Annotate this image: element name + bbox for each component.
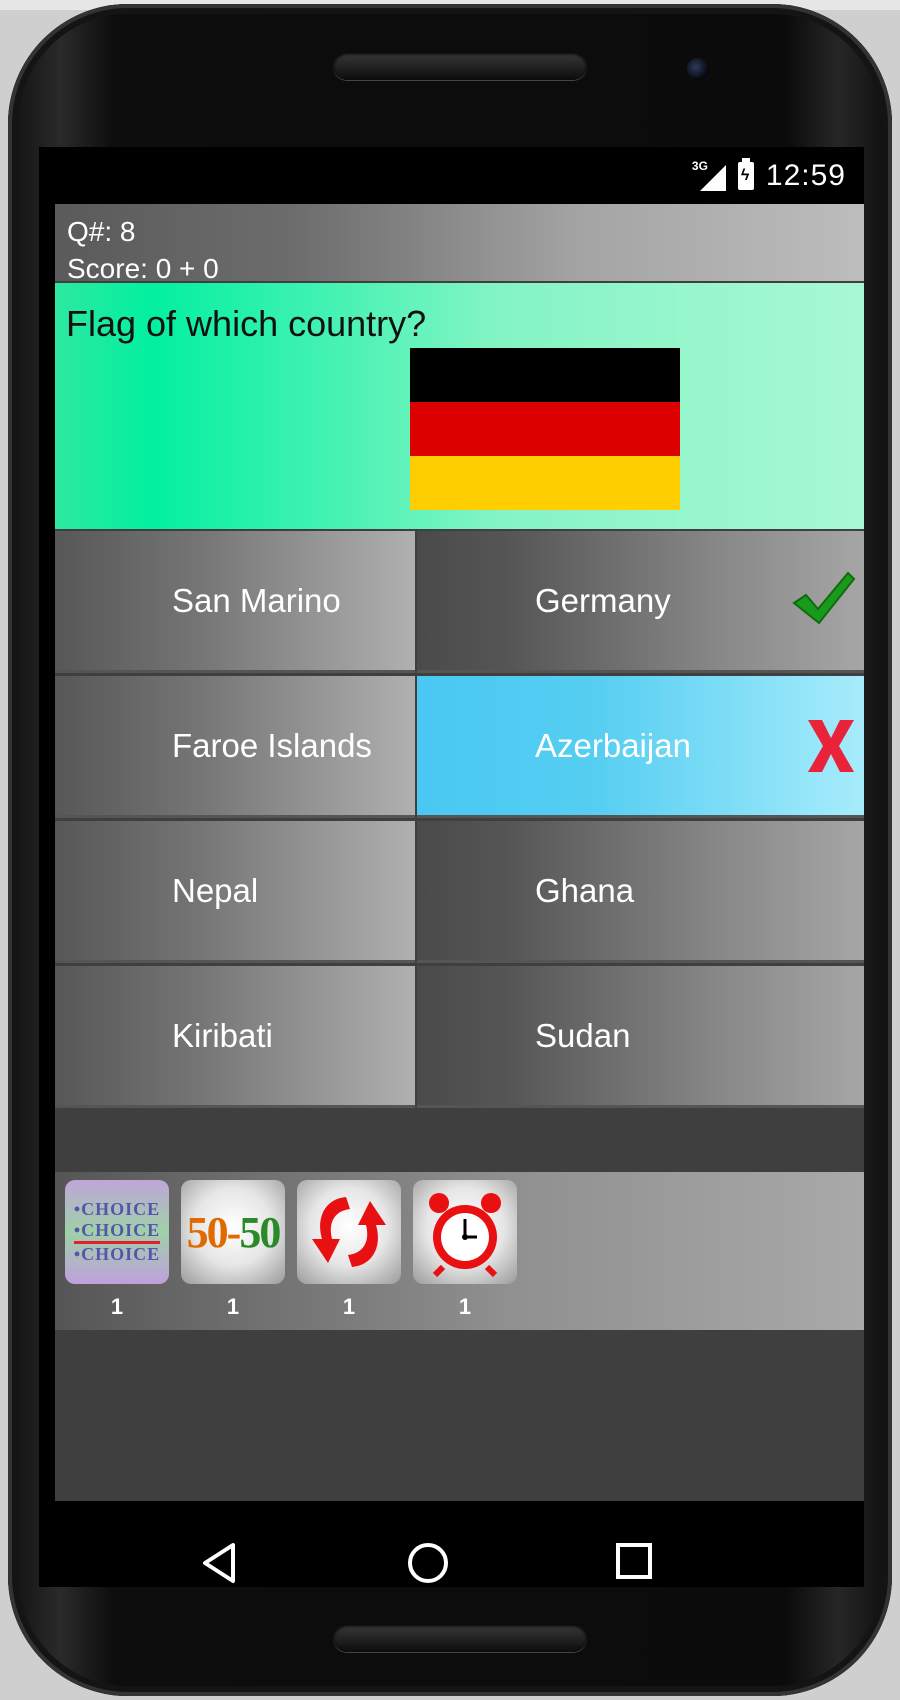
powerup-count: 1 xyxy=(226,1294,240,1319)
powerup-count: 1 xyxy=(110,1294,124,1319)
flag-image xyxy=(410,348,680,510)
powerup-count: 1 xyxy=(342,1294,356,1319)
top-speaker xyxy=(333,52,587,80)
alarm-clock-icon xyxy=(413,1180,517,1284)
answer-button-germany[interactable]: Germany xyxy=(417,531,864,673)
powerup-skip[interactable]: 1 xyxy=(297,1180,401,1322)
android-nav-bar xyxy=(39,1501,864,1587)
answer-button-sudan[interactable]: Sudan xyxy=(417,966,864,1108)
powerup-fifty-fifty[interactable]: 50-50 1 xyxy=(181,1180,285,1322)
quiz-app: Q#: 8 Score: 0 + 0 Flag of which country… xyxy=(55,204,864,1501)
front-camera xyxy=(687,58,709,80)
question-prompt: Flag of which country? xyxy=(66,303,427,344)
score: Score: 0 + 0 xyxy=(67,253,219,284)
answer-label: Faroe Islands xyxy=(172,726,372,764)
status-clock: 12:59 xyxy=(765,159,846,192)
answer-label: Nepal xyxy=(172,871,259,909)
answer-label: Azerbaijan xyxy=(535,726,691,764)
question-panel: Flag of which country? xyxy=(55,283,864,529)
answer-label: Ghana xyxy=(535,871,635,909)
recents-icon[interactable] xyxy=(614,1541,654,1581)
choice-line: •CHOICE xyxy=(73,1241,161,1265)
checkmark-icon xyxy=(792,571,856,625)
x-mark-icon xyxy=(808,720,854,772)
answer-label: Sudan xyxy=(535,1016,631,1054)
answer-label: Kiribati xyxy=(172,1016,273,1054)
phone-frame: 3G ϟ 12:59 Q#: 8 Score: 0 + 0 Flag of wh… xyxy=(8,4,892,1696)
battery-charging-icon: ϟ xyxy=(737,158,754,190)
answer-button-azerbaijan[interactable]: Azerbaijan xyxy=(417,676,864,818)
answer-button-san-marino[interactable]: San Marino xyxy=(55,531,415,673)
device-screen: 3G ϟ 12:59 Q#: 8 Score: 0 + 0 Flag of wh… xyxy=(39,147,864,1587)
choice-line: •CHOICE xyxy=(73,1199,161,1219)
fifty-fifty-icon: 50-50 xyxy=(181,1180,285,1284)
choice-icon: •CHOICE •CHOICE •CHOICE xyxy=(65,1180,169,1284)
answer-grid: San Marino Germany Faroe Islands Azerbai… xyxy=(55,531,864,1111)
answer-button-faroe-islands[interactable]: Faroe Islands xyxy=(55,676,415,818)
flag-stripe-red xyxy=(410,402,680,456)
answer-label: Germany xyxy=(535,581,671,619)
powerup-choice[interactable]: •CHOICE •CHOICE •CHOICE 1 xyxy=(65,1180,169,1322)
question-number: Q#: 8 xyxy=(67,216,136,247)
flag-stripe-gold xyxy=(410,456,680,510)
quiz-header: Q#: 8 Score: 0 + 0 xyxy=(55,204,864,284)
powerup-bar: •CHOICE •CHOICE •CHOICE 1 50-50 1 1 1 xyxy=(55,1172,864,1330)
back-icon[interactable] xyxy=(199,1541,239,1585)
flag-stripe-black xyxy=(410,348,680,402)
answer-button-kiribati[interactable]: Kiribati xyxy=(55,966,415,1108)
signal-icon: 3G xyxy=(692,159,726,191)
status-bar: 3G ϟ 12:59 xyxy=(39,147,864,204)
answer-button-nepal[interactable]: Nepal xyxy=(55,821,415,963)
bottom-speaker xyxy=(333,1624,587,1652)
choice-line: •CHOICE xyxy=(73,1220,161,1240)
skip-arrows-icon xyxy=(297,1180,401,1284)
powerup-time[interactable]: 1 xyxy=(413,1180,517,1322)
powerup-count: 1 xyxy=(458,1294,472,1319)
home-icon[interactable] xyxy=(406,1541,450,1585)
answer-label: San Marino xyxy=(172,581,341,619)
answer-button-ghana[interactable]: Ghana xyxy=(417,821,864,963)
